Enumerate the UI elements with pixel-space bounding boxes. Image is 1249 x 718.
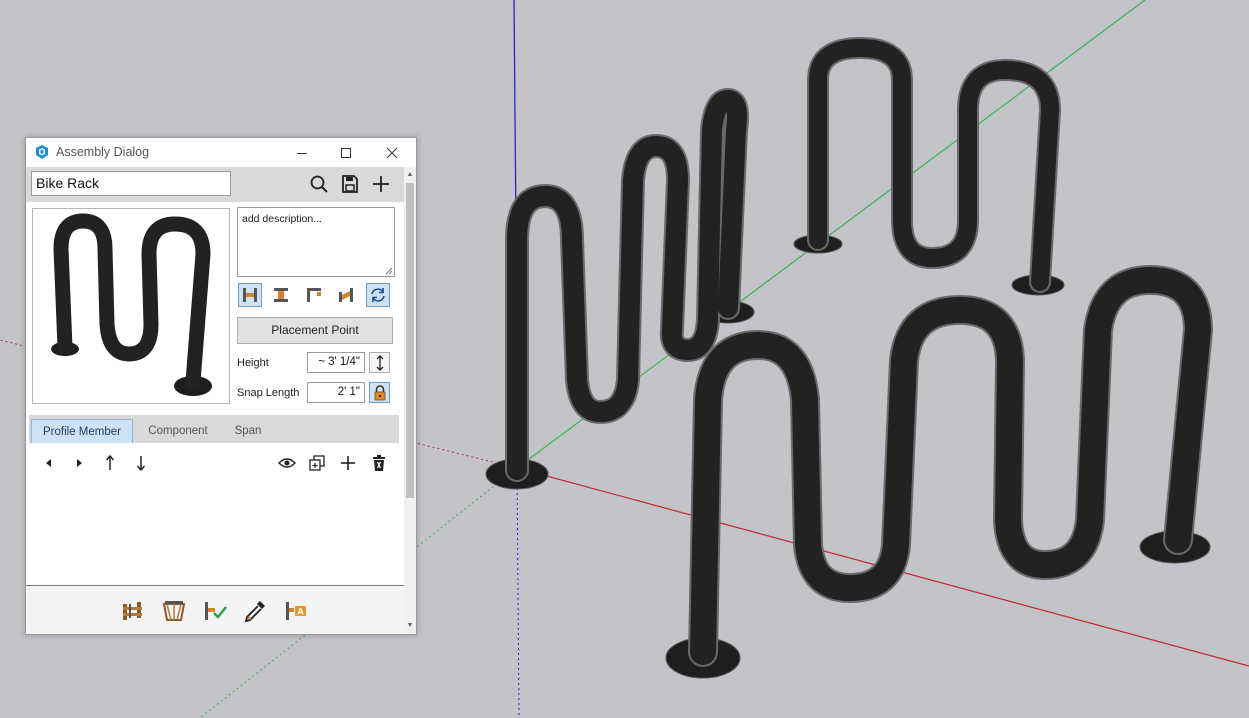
minimize-icon	[297, 152, 307, 154]
assembly-name-input[interactable]: Bike Rack	[31, 171, 231, 196]
duplicate-icon	[309, 455, 325, 471]
span-mode-icon	[339, 288, 353, 302]
close-button[interactable]	[370, 138, 414, 167]
column-mode-button[interactable]	[269, 283, 293, 307]
rotate-icon	[371, 288, 385, 302]
add-icon	[341, 456, 355, 470]
height-input[interactable]: ~ 3' 1/4"	[307, 352, 365, 373]
dialog-footer-toolbar: A	[26, 586, 404, 634]
add-icon[interactable]	[371, 174, 391, 194]
member-mode-button[interactable]	[238, 283, 262, 307]
assembly-dialog: Assembly Dialog Bike Rack add descriptio…	[25, 137, 417, 635]
resize-grip-icon[interactable]	[385, 267, 393, 275]
assembly-header: Bike Rack	[26, 167, 404, 202]
profile-member-list[interactable]	[26, 477, 404, 585]
label-icon[interactable]: A	[283, 598, 309, 624]
description-textarea[interactable]: add description...	[237, 207, 395, 277]
visibility-button[interactable]	[278, 454, 296, 472]
arrow-right-icon	[77, 459, 82, 467]
corner-mode-button[interactable]	[302, 283, 326, 307]
placement-point-button[interactable]: Placement Point	[237, 317, 393, 344]
snap-lock-button[interactable]	[369, 382, 390, 403]
minimize-button[interactable]	[280, 138, 324, 167]
sketchup-logo-icon	[36, 145, 48, 159]
arrow-down-icon	[136, 456, 146, 472]
arrow-left-icon	[46, 459, 51, 467]
truss-icon[interactable]	[161, 598, 187, 624]
add-member-button[interactable]	[339, 454, 357, 472]
description-placeholder: add description...	[242, 213, 322, 225]
move-up-button[interactable]	[101, 454, 119, 472]
close-icon	[386, 147, 398, 158]
eye-icon	[278, 458, 296, 468]
tab-profile-member[interactable]: Profile Member	[31, 419, 133, 443]
scroll-up-arrow[interactable]: ▲	[404, 169, 416, 181]
scroll-thumb[interactable]	[406, 183, 414, 498]
save-icon[interactable]	[340, 174, 360, 194]
move-left-button[interactable]	[40, 454, 58, 472]
scroll-down-arrow[interactable]: ▼	[404, 620, 416, 632]
delete-icon	[373, 455, 385, 471]
assembly-preview-image	[32, 208, 230, 404]
vertical-arrows-icon	[376, 354, 383, 371]
bike-rack-front[interactable]	[665, 264, 1214, 679]
height-label: Height	[237, 357, 269, 369]
bike-rack-back-right[interactable]	[793, 36, 1065, 296]
dialog-scrollbar[interactable]: ▲ ▼	[404, 167, 416, 634]
move-down-button[interactable]	[132, 454, 150, 472]
member-mode-icon	[243, 288, 257, 302]
dialog-titlebar[interactable]: Assembly Dialog	[26, 138, 416, 167]
column-mode-icon	[274, 288, 288, 302]
member-tabs: Profile Member Component Span	[29, 415, 399, 443]
delete-member-button[interactable]	[370, 454, 388, 472]
search-icon[interactable]	[309, 174, 329, 194]
tab-component[interactable]: Component	[137, 419, 219, 443]
span-mode-button[interactable]	[334, 283, 358, 307]
move-right-button[interactable]	[70, 454, 88, 472]
height-toggle-button[interactable]	[369, 352, 390, 373]
validate-icon[interactable]	[202, 598, 228, 624]
blue-axis-line	[513, 0, 517, 231]
duplicate-button[interactable]	[308, 454, 326, 472]
lock-icon	[374, 384, 385, 400]
snap-length-label: Snap Length	[237, 387, 300, 399]
maximize-button[interactable]	[324, 138, 368, 167]
eyedropper-icon[interactable]	[242, 598, 268, 624]
arrow-up-icon	[105, 454, 115, 470]
corner-mode-icon	[307, 288, 321, 302]
maximize-icon	[341, 147, 351, 158]
blue-axis-hidden-line	[516, 467, 520, 718]
dialog-content: Bike Rack add description... Placement P…	[26, 167, 404, 634]
snap-length-input[interactable]: 2' 1"	[307, 382, 365, 403]
build-icon[interactable]	[120, 598, 146, 624]
svg-text:A: A	[297, 607, 304, 617]
dialog-title: Assembly Dialog	[56, 145, 150, 159]
rotate-button[interactable]	[366, 283, 390, 307]
tab-span[interactable]: Span	[223, 419, 273, 443]
